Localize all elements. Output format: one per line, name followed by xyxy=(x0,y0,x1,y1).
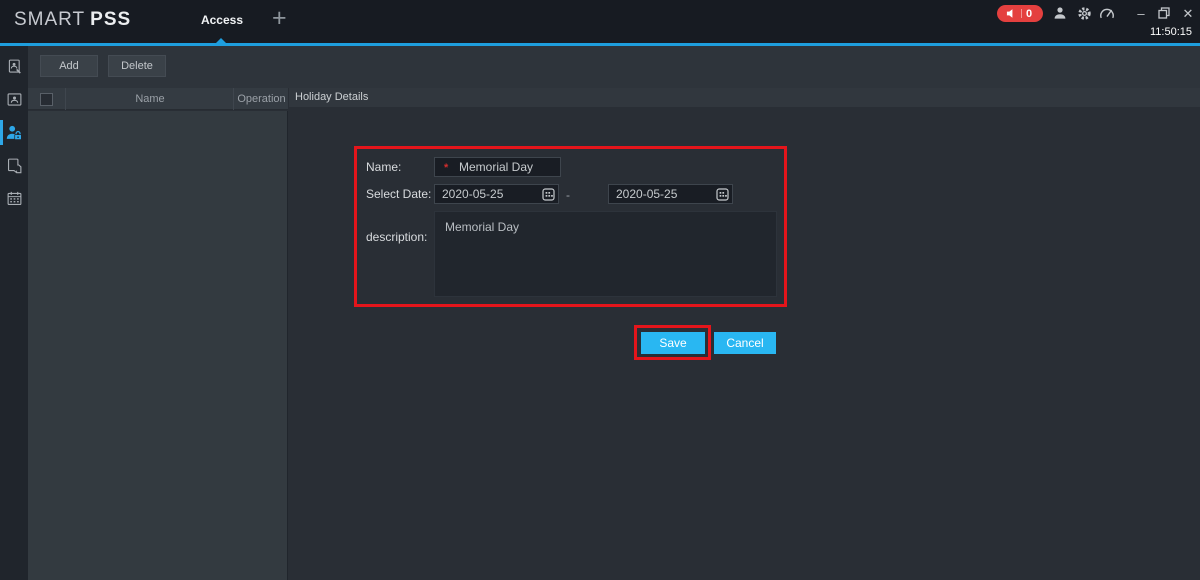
restore-icon xyxy=(1158,7,1170,19)
speaker-icon xyxy=(1006,8,1017,19)
sidebar-item-holiday-calendar[interactable] xyxy=(0,182,28,215)
holiday-table-header: Name Operation xyxy=(28,88,288,110)
badge-divider xyxy=(1020,9,1022,18)
description-textarea[interactable]: Memorial Day xyxy=(434,211,777,297)
person-lock-icon xyxy=(5,124,23,142)
app-logo: SMART PSS xyxy=(14,9,131,31)
description-label: description: xyxy=(366,230,428,244)
start-date-calendar-button[interactable] xyxy=(541,187,556,202)
holiday-name-field[interactable]: * xyxy=(434,157,561,177)
user-account-button[interactable] xyxy=(1052,5,1068,21)
console-log-icon xyxy=(6,58,23,75)
date-range-separator: - xyxy=(566,188,570,202)
minimize-icon: – xyxy=(1137,5,1145,21)
clock: 11:50:15 xyxy=(1149,26,1192,38)
tab-access[interactable]: Access xyxy=(196,13,248,27)
holiday-toolbar: Add Delete xyxy=(28,46,1200,88)
save-button[interactable]: Save xyxy=(641,332,705,354)
alarm-notification-badge[interactable]: 0 xyxy=(997,5,1043,22)
close-button[interactable]: ✕ xyxy=(1181,6,1195,20)
new-tab-button[interactable]: + xyxy=(272,4,287,33)
select-all-checkbox[interactable] xyxy=(40,92,53,106)
start-date-input[interactable] xyxy=(435,185,558,203)
gear-icon xyxy=(1077,6,1092,21)
close-icon: ✕ xyxy=(1182,5,1194,21)
cancel-button[interactable]: Cancel xyxy=(714,332,776,354)
sidebar-item-user-card[interactable] xyxy=(0,83,28,116)
add-button[interactable]: Add xyxy=(40,55,98,77)
title-bar: SMART PSS Access + 0 – ✕ 11:50:15 xyxy=(0,0,1200,43)
holiday-name-input[interactable] xyxy=(435,158,560,176)
active-indicator xyxy=(0,120,3,145)
user-icon xyxy=(1053,6,1067,20)
smart-pss-window: SMART PSS Access + 0 – ✕ 11:50:15 Add De… xyxy=(0,0,1200,580)
column-header-name: Name xyxy=(67,88,234,110)
restore-button[interactable] xyxy=(1157,6,1171,20)
alarm-count: 0 xyxy=(1025,7,1033,20)
module-sidebar xyxy=(0,46,28,580)
select-all-cell xyxy=(28,88,66,110)
minimize-button[interactable]: – xyxy=(1134,6,1148,20)
delete-button[interactable]: Delete xyxy=(108,55,166,77)
end-date-calendar-button[interactable] xyxy=(715,187,730,202)
start-date-field[interactable] xyxy=(434,184,559,204)
active-tab-notch xyxy=(216,38,226,43)
holiday-table-body xyxy=(28,111,288,580)
panel-title: Holiday Details xyxy=(289,88,1200,107)
sidebar-item-report[interactable] xyxy=(0,149,28,182)
id-card-icon xyxy=(6,91,23,108)
app-logo-secondary: PSS xyxy=(90,9,132,30)
sidebar-item-console[interactable] xyxy=(0,50,28,83)
sidebar-item-access-permission[interactable] xyxy=(0,116,28,149)
app-logo-primary: SMART xyxy=(14,9,86,30)
end-date-input[interactable] xyxy=(609,185,732,203)
required-marker: * xyxy=(444,162,449,174)
name-label: Name: xyxy=(366,160,402,174)
calendar-icon xyxy=(6,190,23,207)
settings-button[interactable] xyxy=(1076,5,1092,21)
select-date-label: Select Date: xyxy=(366,187,432,201)
column-header-operation: Operation xyxy=(237,93,286,105)
end-date-field[interactable] xyxy=(608,184,733,204)
pages-icon xyxy=(6,157,23,174)
performance-button[interactable] xyxy=(1099,5,1115,21)
gauge-icon xyxy=(1099,6,1115,20)
